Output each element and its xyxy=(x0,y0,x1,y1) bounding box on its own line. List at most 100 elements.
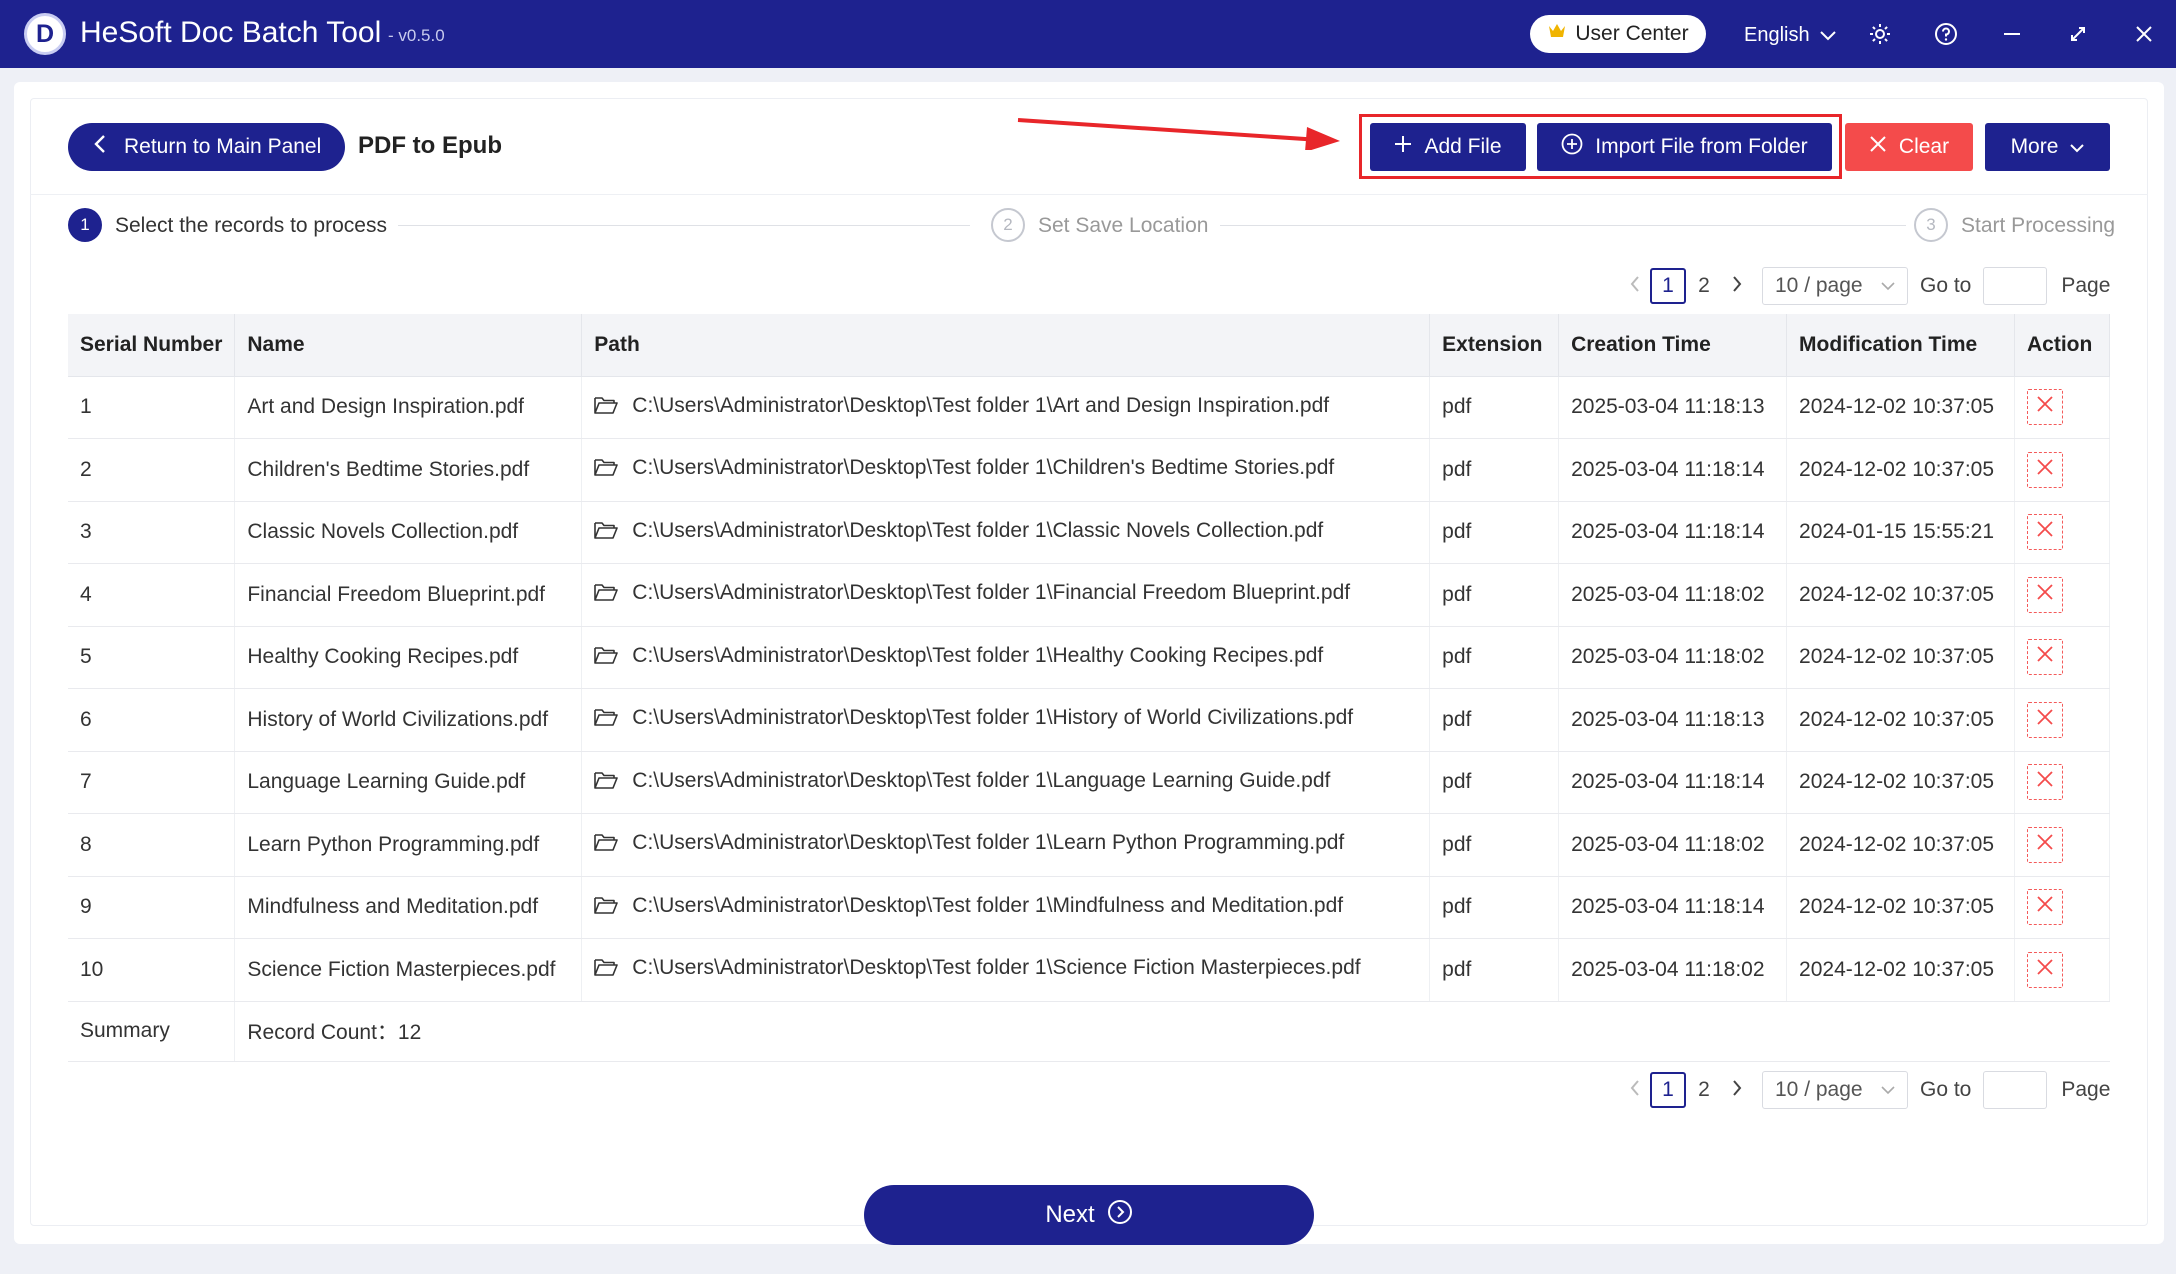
cell-name: Science Fiction Masterpieces.pdf xyxy=(234,938,583,1002)
next-button[interactable]: Next xyxy=(864,1185,1314,1245)
delete-row-button[interactable] xyxy=(2027,951,2063,988)
cell-serial: 1 xyxy=(68,376,236,439)
cell-extension: pdf xyxy=(1429,563,1560,627)
next-page-icon[interactable] xyxy=(1722,274,1752,298)
pagination-bottom: 1 2 10 / page Go to Page xyxy=(1620,1070,2114,1110)
cell-modification-time: 2024-12-02 10:37:05 xyxy=(1786,813,2015,877)
summary-row: Summary Record Count：12 xyxy=(68,1001,2110,1062)
folder-open-icon[interactable] xyxy=(594,457,619,483)
path-text: C:\Users\Administrator\Desktop\Test fold… xyxy=(632,581,1351,605)
next-page-icon[interactable] xyxy=(1722,1078,1752,1102)
page-size-select[interactable]: 10 / page xyxy=(1762,1071,1908,1109)
delete-row-button[interactable] xyxy=(2027,389,2063,426)
chevron-down-icon xyxy=(1881,281,1895,290)
cell-path: C:\Users\Administrator\Desktop\Test fold… xyxy=(581,501,1431,564)
column-header-creation-time: Creation Time xyxy=(1558,314,1788,377)
app-logo-icon: D xyxy=(24,13,66,55)
step-connector xyxy=(398,225,970,226)
goto-label: Go to xyxy=(1920,1078,1972,1101)
delete-row-button[interactable] xyxy=(2027,576,2063,613)
page-1-button[interactable]: 1 xyxy=(1650,1072,1686,1108)
delete-row-button[interactable] xyxy=(2027,701,2063,738)
chevron-down-icon xyxy=(2070,135,2085,159)
step-2-label: Set Save Location xyxy=(1038,214,1209,237)
page-2-button[interactable]: 2 xyxy=(1686,268,1722,304)
folder-open-icon[interactable] xyxy=(594,395,619,421)
prev-page-icon[interactable] xyxy=(1620,1078,1650,1102)
app-title: HeSoft Doc Batch Tool xyxy=(80,16,382,49)
step-3-label: Start Processing xyxy=(1961,214,2116,237)
cell-modification-time: 2024-12-02 10:37:05 xyxy=(1786,438,2015,502)
folder-open-icon[interactable] xyxy=(594,770,619,796)
delete-row-button[interactable] xyxy=(2027,889,2063,926)
path-text: C:\Users\Administrator\Desktop\Test fold… xyxy=(632,456,1335,480)
delete-row-button[interactable] xyxy=(2027,826,2063,863)
delete-row-button[interactable] xyxy=(2027,764,2063,801)
cell-modification-time: 2024-12-02 10:37:05 xyxy=(1786,688,2015,752)
page-size-value: 10 / page xyxy=(1775,1078,1863,1101)
folder-open-icon[interactable] xyxy=(594,957,619,983)
cell-action xyxy=(2014,938,2110,1002)
close-icon xyxy=(2036,895,2054,919)
step-1-number: 1 xyxy=(68,208,102,242)
folder-open-icon[interactable] xyxy=(594,895,619,921)
cell-extension: pdf xyxy=(1429,438,1560,502)
cell-name: Healthy Cooking Recipes.pdf xyxy=(234,626,583,689)
page-size-select[interactable]: 10 / page xyxy=(1762,267,1908,305)
step-3-number: 3 xyxy=(1914,208,1948,242)
chevron-down-icon xyxy=(1819,24,1836,47)
help-icon[interactable] xyxy=(1930,18,1962,50)
folder-open-icon[interactable] xyxy=(594,520,619,546)
prev-page-icon[interactable] xyxy=(1620,274,1650,298)
close-icon xyxy=(2036,833,2054,857)
cell-path: C:\Users\Administrator\Desktop\Test fold… xyxy=(581,563,1431,627)
cell-action xyxy=(2014,501,2110,564)
language-select[interactable]: English xyxy=(1744,20,1836,50)
folder-open-icon[interactable] xyxy=(594,645,619,671)
close-icon xyxy=(2036,958,2054,982)
page-2-button[interactable]: 2 xyxy=(1686,1072,1722,1108)
close-icon xyxy=(2036,770,2054,794)
table-row: 4 Financial Freedom Blueprint.pdf C:\Users… xyxy=(68,563,2110,627)
cell-modification-time: 2024-01-15 15:55:21 xyxy=(1786,501,2015,564)
delete-row-button[interactable] xyxy=(2027,451,2063,488)
goto-page-input[interactable] xyxy=(1983,1071,2048,1109)
page-size-value: 10 / page xyxy=(1775,274,1863,297)
folder-open-icon[interactable] xyxy=(594,582,619,608)
cell-path: C:\Users\Administrator\Desktop\Test fold… xyxy=(581,813,1431,877)
path-text: C:\Users\Administrator\Desktop\Test fold… xyxy=(632,518,1324,542)
more-button[interactable]: More xyxy=(1985,123,2110,171)
table-row: 8 Learn Python Programming.pdf C:\Users\Ad… xyxy=(68,813,2110,877)
folder-open-icon[interactable] xyxy=(594,832,619,858)
cell-serial: 2 xyxy=(68,438,236,502)
path-text: C:\Users\Administrator\Desktop\Test fold… xyxy=(632,706,1354,730)
maximize-icon[interactable] xyxy=(2062,18,2094,50)
table-row: 1 Art and Design Inspiration.pdf C:\Users\… xyxy=(68,376,2110,439)
clear-button[interactable]: Clear xyxy=(1845,123,1973,171)
cell-serial: 7 xyxy=(68,751,236,814)
table-body: 1 Art and Design Inspiration.pdf C:\Users\… xyxy=(68,376,2110,1062)
cell-creation-time: 2025-03-04 11:18:02 xyxy=(1558,626,1788,689)
step-2-number: 2 xyxy=(991,208,1025,242)
cell-path: C:\Users\Administrator\Desktop\Test fold… xyxy=(581,626,1431,689)
cell-creation-time: 2025-03-04 11:18:02 xyxy=(1558,938,1788,1002)
cell-creation-time: 2025-03-04 11:18:14 xyxy=(1558,876,1788,939)
goto-page-input[interactable] xyxy=(1983,267,2048,305)
cell-name: Art and Design Inspiration.pdf xyxy=(234,376,583,439)
settings-gear-icon[interactable] xyxy=(1864,18,1896,50)
app-version: - v0.5.0 xyxy=(388,26,445,45)
delete-row-button[interactable] xyxy=(2027,639,2063,676)
cell-action xyxy=(2014,563,2110,627)
folder-open-icon[interactable] xyxy=(594,707,619,733)
minimize-icon[interactable] xyxy=(1996,18,2028,50)
delete-row-button[interactable] xyxy=(2027,514,2063,551)
cell-serial: 9 xyxy=(68,876,236,939)
path-text: C:\Users\Administrator\Desktop\Test fold… xyxy=(632,768,1331,792)
cell-path: C:\Users\Administrator\Desktop\Test fold… xyxy=(581,751,1431,814)
cell-creation-time: 2025-03-04 11:18:14 xyxy=(1558,438,1788,502)
return-to-main-panel-button[interactable]: Return to Main Panel xyxy=(68,123,345,171)
user-center-button[interactable]: User Center xyxy=(1530,15,1706,53)
page-1-button[interactable]: 1 xyxy=(1650,268,1686,304)
cell-name: Learn Python Programming.pdf xyxy=(234,813,583,877)
close-icon[interactable] xyxy=(2128,18,2160,50)
